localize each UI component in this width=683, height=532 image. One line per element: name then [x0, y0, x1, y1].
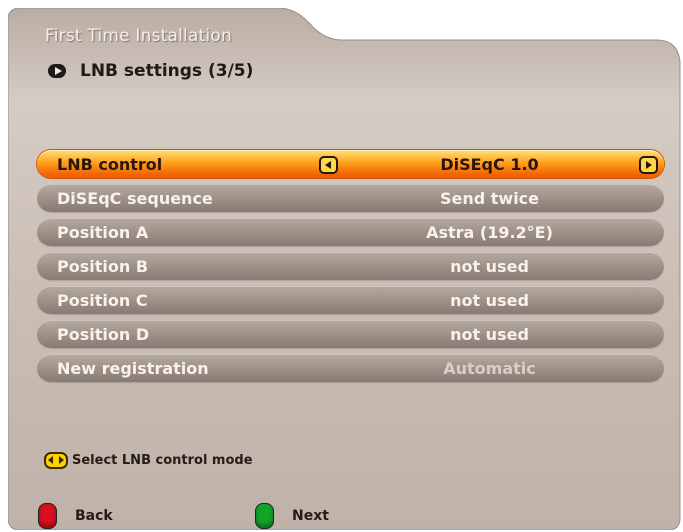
page-title: First Time Installation	[45, 26, 232, 46]
next-button-label: Next	[292, 508, 329, 524]
row-value: not used	[450, 291, 529, 310]
row-label: Position D	[57, 325, 150, 344]
row-value-disabled: Automatic	[443, 359, 536, 378]
row-value: Send twice	[439, 189, 540, 208]
row-label: New registration	[57, 359, 209, 378]
menu-row-diseqc-sequence[interactable]: DiSEqC sequence Send twice	[37, 184, 664, 212]
menu-row-new-registration[interactable]: New registration Automatic	[37, 354, 664, 382]
menu-row-position-a[interactable]: Position A Astra (19.2°E)	[37, 218, 664, 246]
lnb-settings-menu: LNB control DiSEqC 1.0 DiSEqC sequence S…	[37, 150, 664, 388]
green-key-icon	[255, 503, 274, 529]
menu-row-lnb-control[interactable]: LNB control DiSEqC 1.0	[37, 150, 664, 178]
help-hint-text: Select LNB control mode	[72, 453, 253, 468]
row-value: Astra (19.2°E)	[426, 223, 553, 242]
arrow-right-icon[interactable]	[639, 156, 658, 174]
row-label: Position B	[57, 257, 149, 276]
row-value: not used	[450, 325, 529, 344]
row-label: Position C	[57, 291, 148, 310]
row-label: LNB control	[57, 155, 163, 174]
next-button[interactable]: Next	[255, 503, 329, 529]
menu-row-position-c[interactable]: Position C not used	[37, 286, 664, 314]
menu-row-position-b[interactable]: Position B not used	[37, 252, 664, 280]
row-label: Position A	[57, 223, 149, 242]
left-right-nav-icon	[44, 452, 68, 469]
arrow-icon	[48, 64, 66, 78]
back-button-label: Back	[75, 508, 113, 524]
row-value: DiSEqC 1.0	[440, 155, 539, 174]
menu-row-position-d[interactable]: Position D not used	[37, 320, 664, 348]
step-heading-label: LNB settings (3/5)	[80, 61, 254, 81]
step-heading: LNB settings (3/5)	[48, 61, 253, 81]
row-label: DiSEqC sequence	[57, 189, 213, 208]
row-value: not used	[450, 257, 529, 276]
red-key-icon	[38, 503, 57, 529]
back-button[interactable]: Back	[38, 503, 113, 529]
help-hint: Select LNB control mode	[44, 452, 253, 469]
